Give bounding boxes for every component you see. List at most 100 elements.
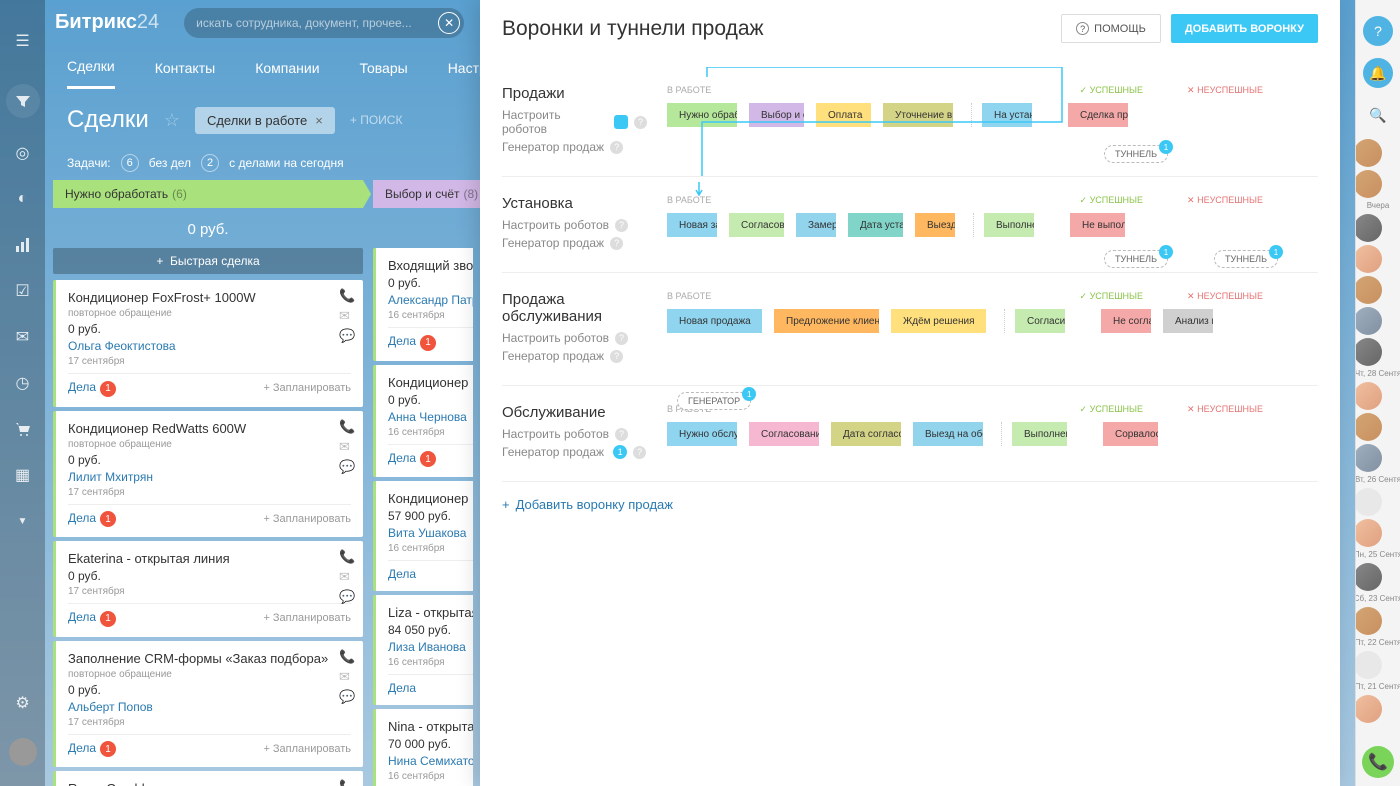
card-tasks-link[interactable]: Дела bbox=[388, 567, 416, 581]
contact-avatar[interactable] bbox=[1355, 444, 1382, 472]
search-clear-icon[interactable]: ✕ bbox=[438, 12, 460, 34]
funnel-stage-fail[interactable]: Сорвалось bbox=[1103, 422, 1158, 446]
clock-icon[interactable]: ◷ bbox=[12, 372, 34, 394]
contact-avatar[interactable] bbox=[1355, 170, 1382, 198]
funnel-stage-fail[interactable]: Не согласи... bbox=[1101, 309, 1151, 333]
funnel-stage[interactable]: Новая продажа bbox=[667, 309, 762, 333]
configure-robots-link[interactable]: Настроить роботов ? bbox=[502, 331, 647, 345]
funnel-stage[interactable]: Нужно обработ... bbox=[667, 103, 737, 127]
global-search[interactable]: ✕ bbox=[184, 8, 464, 38]
mail-icon[interactable]: ✉ bbox=[339, 569, 355, 585]
phone-icon[interactable]: 📞 bbox=[339, 288, 355, 304]
help-icon[interactable]: ? bbox=[610, 350, 623, 363]
contact-avatar[interactable] bbox=[1355, 488, 1382, 516]
add-search-link[interactable]: + ПОИСК bbox=[350, 113, 403, 127]
mail-icon[interactable]: ✉ bbox=[339, 439, 355, 455]
contact-avatar[interactable] bbox=[1355, 695, 1382, 723]
funnel-stage[interactable]: Уточнение вр... bbox=[883, 103, 953, 127]
mail-icon[interactable]: ✉ bbox=[339, 669, 355, 685]
help-icon[interactable]: ? bbox=[633, 446, 646, 459]
contact-avatar[interactable] bbox=[1355, 607, 1382, 635]
more-icon[interactable]: ▼ bbox=[12, 510, 34, 532]
deal-card[interactable]: Кондиционер Eig 57 900 руб. Вита Ушакова… bbox=[373, 481, 473, 591]
card-contact[interactable]: Анна Чернова bbox=[388, 410, 473, 424]
sales-generator-link[interactable]: Генератор продаж ? bbox=[502, 349, 647, 363]
sales-generator-link[interactable]: Генератор продаж 1? bbox=[502, 445, 647, 459]
help-icon[interactable]: ? bbox=[615, 332, 628, 345]
kanban-stage-header[interactable]: Нужно обработать(6) bbox=[53, 180, 363, 208]
funnel-stage[interactable]: Согласовани д... bbox=[749, 422, 819, 446]
contact-avatar[interactable] bbox=[1355, 563, 1382, 591]
deal-card[interactable]: Кондиционер Fox 0 руб. Анна Чернова 16 с… bbox=[373, 365, 473, 478]
mail-icon[interactable]: ✉ bbox=[339, 308, 355, 324]
tab-products[interactable]: Товары bbox=[360, 48, 408, 88]
add-funnel-link[interactable]: +Добавить воронку продаж bbox=[502, 482, 1318, 527]
filter-icon[interactable] bbox=[6, 84, 40, 118]
card-contact[interactable]: Александр Патро bbox=[388, 293, 473, 307]
card-contact[interactable]: Альберт Попов bbox=[68, 700, 351, 714]
contact-avatar[interactable] bbox=[1355, 245, 1382, 273]
funnel-stage-fail[interactable]: Не выполни... bbox=[1070, 213, 1125, 237]
card-contact[interactable]: Нина Семихатова bbox=[388, 754, 473, 768]
funnel-stage[interactable]: Выезд на обс... bbox=[913, 422, 983, 446]
card-tasks-link[interactable]: Дела bbox=[68, 610, 96, 624]
check-icon[interactable]: ☑ bbox=[12, 280, 34, 302]
filter-chip[interactable]: Сделки в работе× bbox=[195, 107, 335, 134]
funnel-stage-success[interactable]: На устано... bbox=[982, 103, 1032, 127]
card-tasks-link[interactable]: Дела bbox=[388, 451, 416, 465]
tab-contacts[interactable]: Контакты bbox=[155, 48, 215, 88]
deal-card[interactable]: Nina - открытая л 70 000 руб. Нина Семих… bbox=[373, 709, 473, 786]
contact-avatar[interactable] bbox=[1355, 519, 1382, 547]
card-contact[interactable]: Вита Ушакова bbox=[388, 526, 473, 540]
contact-avatar[interactable] bbox=[1355, 214, 1382, 242]
tunnel-tag[interactable]: ТУННЕЛЬ1 bbox=[1214, 250, 1278, 268]
plan-link[interactable]: + Запланировать bbox=[263, 612, 351, 624]
card-tasks-link[interactable]: Дела bbox=[68, 511, 96, 525]
funnel-stage[interactable]: Ждём решения bbox=[891, 309, 986, 333]
filter-remove-icon[interactable]: × bbox=[315, 113, 323, 128]
settings-icon[interactable]: ⚙ bbox=[12, 692, 34, 714]
help-icon[interactable]: ? bbox=[615, 428, 628, 441]
contact-avatar[interactable] bbox=[1355, 382, 1382, 410]
menu-icon[interactable]: ☰ bbox=[12, 30, 34, 52]
help-icon[interactable]: ? bbox=[634, 116, 647, 129]
help-icon[interactable]: ? bbox=[610, 141, 623, 154]
generator-tag[interactable]: ГЕНЕРАТОР1 bbox=[677, 392, 751, 410]
phone-icon[interactable]: 📞 bbox=[339, 649, 355, 665]
rail-search-icon[interactable]: 🔍 bbox=[1363, 100, 1393, 130]
phone-icon[interactable]: 📞 bbox=[339, 779, 355, 786]
app-icon[interactable]: ▦ bbox=[12, 464, 34, 486]
card-tasks-link[interactable]: Дела bbox=[388, 681, 416, 695]
notifications-icon[interactable]: 🔔 bbox=[1363, 58, 1393, 88]
quick-deal-button[interactable]: + Быстрая сделка bbox=[53, 248, 363, 274]
funnel-stage[interactable]: Предложение клиенту bbox=[774, 309, 879, 333]
moon-icon[interactable]: ◐ bbox=[12, 188, 34, 210]
task-count-1[interactable]: 6 bbox=[121, 154, 139, 172]
deal-card[interactable]: 📞✉💬 Roma Gorshkov - открытая линия 0 руб… bbox=[53, 771, 363, 786]
deal-card[interactable]: 📞✉💬 Заполнение CRM-формы «Заказ подбора»… bbox=[53, 641, 363, 768]
contact-avatar[interactable] bbox=[1355, 139, 1382, 167]
contact-avatar[interactable] bbox=[1355, 413, 1382, 441]
contact-avatar[interactable] bbox=[1355, 338, 1382, 366]
deal-card[interactable]: 📞✉💬 Кондиционер FoxFrost+ 1000W повторно… bbox=[53, 280, 363, 407]
help-icon[interactable]: ? bbox=[610, 237, 623, 250]
plan-link[interactable]: + Запланировать bbox=[263, 513, 351, 525]
chat-icon[interactable]: 💬 bbox=[339, 689, 355, 705]
tunnel-tag[interactable]: ТУННЕЛЬ1 bbox=[1104, 250, 1168, 268]
logo[interactable]: Битрикс24 bbox=[55, 11, 159, 34]
funnel-stage[interactable]: Замер bbox=[796, 213, 836, 237]
help-icon[interactable]: ? bbox=[615, 219, 628, 232]
deal-card[interactable]: Входящий звонок 0 руб. Александр Патро 1… bbox=[373, 248, 473, 361]
funnel-stage-success[interactable]: Согласилс... bbox=[1015, 309, 1065, 333]
configure-robots-link[interactable]: Настроить роботов ? bbox=[502, 108, 647, 136]
contact-avatar[interactable] bbox=[1355, 276, 1382, 304]
help-button[interactable]: ?ПОМОЩЬ bbox=[1061, 14, 1161, 43]
funnel-stage[interactable]: Выезд bbox=[915, 213, 955, 237]
card-tasks-link[interactable]: Дела bbox=[68, 741, 96, 755]
funnel-stage[interactable]: Оплата bbox=[816, 103, 871, 127]
card-contact[interactable]: Ольга Феоктистова bbox=[68, 339, 351, 353]
configure-robots-link[interactable]: Настроить роботов ? bbox=[502, 218, 647, 232]
plan-link[interactable]: + Запланировать bbox=[263, 743, 351, 755]
tunnel-tag[interactable]: ТУННЕЛЬ1 bbox=[1104, 145, 1168, 163]
funnel-stage-fail[interactable]: Анализ пр... bbox=[1163, 309, 1213, 333]
